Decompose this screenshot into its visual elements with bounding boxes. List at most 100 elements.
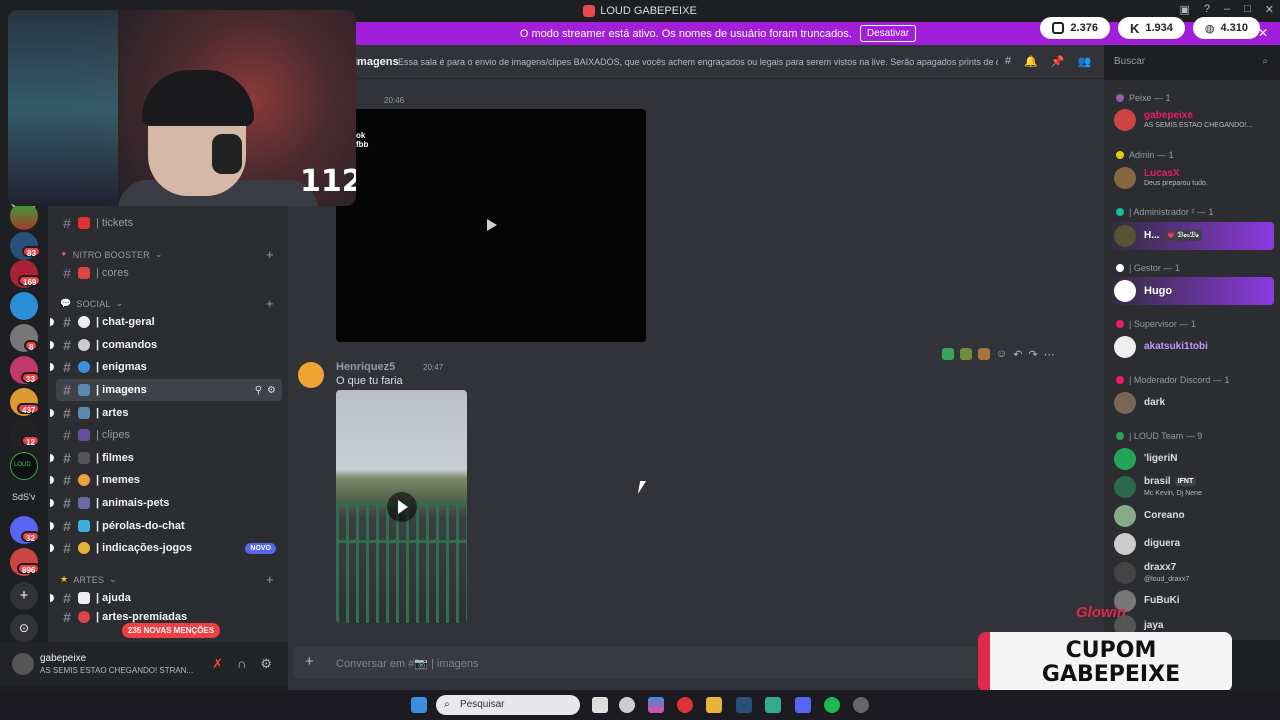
windows-start-icon[interactable]	[411, 697, 427, 713]
member-item[interactable]: LucasX Deus preparou tudo.	[1112, 164, 1274, 192]
app-icon[interactable]	[619, 697, 635, 713]
member-item[interactable]: Hugo	[1112, 277, 1274, 305]
channel-animais-pets[interactable]: # | animais-pets	[50, 492, 282, 514]
category-social[interactable]: 💬 SOCIAL ⌄ +	[60, 296, 274, 311]
more-icon[interactable]: ⋯	[1044, 348, 1055, 361]
avatar	[1114, 505, 1136, 527]
channel-chat-geral[interactable]: # | chat-geral	[50, 311, 282, 333]
disable-streamer-button[interactable]: Desativar	[859, 25, 917, 42]
help-icon[interactable]: ?	[1204, 3, 1210, 16]
avatar	[1114, 476, 1136, 498]
twitch-icon	[1052, 22, 1065, 34]
explore-icon[interactable]: ⊙	[10, 614, 38, 642]
task-view-icon[interactable]	[592, 697, 608, 713]
minimize-button[interactable]: –	[1224, 3, 1230, 16]
spotify-icon[interactable]	[824, 697, 840, 713]
message-time: 20:47	[423, 363, 444, 372]
headphones-icon[interactable]: ∩	[237, 656, 246, 672]
channel-clipes[interactable]: # | clipes	[56, 424, 282, 446]
video-attachment[interactable]	[336, 390, 467, 623]
play-icon[interactable]	[386, 491, 417, 522]
video-attachment[interactable]: ok fbb	[336, 109, 646, 342]
steam-icon[interactable]	[736, 697, 752, 713]
member-item[interactable]: FuBuKi	[1112, 587, 1274, 615]
member-item[interactable]: diguera	[1112, 530, 1274, 558]
app-icon[interactable]	[765, 697, 781, 713]
inbox-icon[interactable]: ▣	[1179, 3, 1189, 16]
role-icon	[1116, 320, 1124, 328]
channel-artes[interactable]: # | artes	[50, 402, 282, 424]
reaction-icon[interactable]	[978, 348, 990, 360]
member-tag: 💗 ℬ𝒸ℴℬ𝓈	[1163, 230, 1202, 241]
member-item[interactable]: akatsuki1tobi	[1112, 333, 1274, 361]
unread-indicator	[50, 499, 54, 507]
server-icon-5[interactable]	[10, 292, 38, 320]
channel-enigmas[interactable]: # | enigmas	[50, 356, 282, 378]
gear-icon[interactable]: ⚙	[267, 385, 276, 396]
server-icon-2[interactable]	[10, 202, 38, 230]
search-input[interactable]: Buscar ⌕	[1106, 52, 1276, 72]
avatar[interactable]	[12, 653, 34, 675]
webcam-background	[8, 10, 118, 206]
unread-indicator	[50, 454, 54, 462]
loud-server-icon[interactable]: LOUD	[10, 452, 38, 480]
maximize-button[interactable]: □	[1244, 3, 1251, 16]
forward-icon[interactable]: ↷	[1028, 348, 1037, 361]
bell-icon[interactable]: 🔔	[1024, 55, 1038, 68]
channel-tickets[interactable]: # | tickets	[56, 212, 282, 234]
member-item[interactable]: dark	[1112, 389, 1274, 417]
member-item[interactable]: draxx7 @loud_draxx7	[1112, 559, 1274, 587]
members-icon[interactable]: 👥	[1078, 55, 1092, 68]
file-explorer-icon[interactable]	[706, 697, 722, 713]
channel-cores[interactable]: # | cores	[56, 262, 282, 284]
channel-imagens[interactable]: # | imagens ⚲ ⚙	[56, 379, 282, 401]
add-reaction-icon[interactable]: ☺	[996, 348, 1007, 361]
channel-perolas-do-chat[interactable]: # | pérolas-do-chat	[50, 515, 282, 537]
reply-icon[interactable]: ↶	[1013, 348, 1022, 361]
gear-icon[interactable]: ⚙	[260, 656, 272, 672]
add-channel-icon[interactable]: +	[266, 572, 274, 587]
copilot-icon[interactable]	[648, 697, 664, 713]
member-item[interactable]: 'ligeriN	[1112, 445, 1274, 473]
discord-icon[interactable]	[795, 697, 811, 713]
new-badge: NOVO	[245, 542, 276, 554]
close-button[interactable]: ✕	[1265, 3, 1274, 16]
opera-icon[interactable]	[677, 697, 693, 713]
play-icon[interactable]	[487, 219, 497, 231]
check-reaction-icon[interactable]	[942, 348, 954, 360]
upload-icon[interactable]: +	[305, 653, 314, 670]
user-panel: gabepeixe AS SEMIS ESTAO CHEGANDO! STRAN…	[0, 642, 288, 686]
channel-filmes[interactable]: # | filmes	[50, 447, 282, 469]
member-item[interactable]: brasil IFNT Mc Kevin, Dj Nene	[1112, 473, 1274, 501]
obs-icon[interactable]	[853, 697, 869, 713]
channel-artes-premiadas[interactable]: # | artes-premiadas	[56, 610, 282, 624]
add-channel-icon[interactable]: +	[266, 296, 274, 311]
role-icon	[1116, 432, 1124, 440]
member-item[interactable]: Coreano	[1112, 502, 1274, 530]
channel-indicacoes-jogos[interactable]: # | indicações-jogos NOVO	[50, 537, 282, 559]
new-mentions-pill[interactable]: 235 NOVAS MENÇÕES	[122, 623, 221, 638]
reaction-icon[interactable]	[960, 348, 972, 360]
viewer-stats: 2.376 K 1.934 ◍ 4.310	[1040, 17, 1260, 39]
channel-memes[interactable]: # | memes	[50, 469, 282, 491]
add-server-icon[interactable]: +	[10, 582, 38, 610]
threads-icon[interactable]: #	[1005, 55, 1011, 68]
pin-icon[interactable]: 📌	[1051, 55, 1065, 68]
mic-muted-icon[interactable]: ✗	[212, 656, 223, 672]
channel-ajuda[interactable]: # | ajuda	[50, 587, 282, 609]
category-nitro-booster[interactable]: ✦ NITRO BOOSTER ⌄ +	[60, 247, 274, 262]
avatar[interactable]	[298, 362, 324, 388]
member-item[interactable]: gabepeixe AS SEMIS ESTAO CHEGANDO!...	[1112, 106, 1274, 134]
channel-comandos[interactable]: # | comandos	[50, 334, 282, 356]
message-composer[interactable]: + Conversar em #📷 | imagens	[293, 647, 1093, 679]
invite-icon[interactable]: ⚲	[255, 385, 262, 396]
taskbar-search[interactable]: ⌕ Pesquisar	[436, 695, 580, 715]
add-channel-icon[interactable]: +	[266, 247, 274, 262]
category-artes[interactable]: ★ ARTES ⌄ +	[60, 572, 274, 587]
unread-indicator	[50, 594, 54, 602]
member-item[interactable]: H... 💗 ℬ𝒸ℴℬ𝓈	[1112, 222, 1274, 250]
role-header: Peixe — 1	[1116, 93, 1171, 103]
message-author[interactable]: Henriquez5	[336, 361, 395, 373]
server-label-sdsv[interactable]: SdS'v	[12, 492, 35, 502]
channel-topic[interactable]: Essa sala é para o envio de imagens/clip…	[398, 57, 998, 67]
